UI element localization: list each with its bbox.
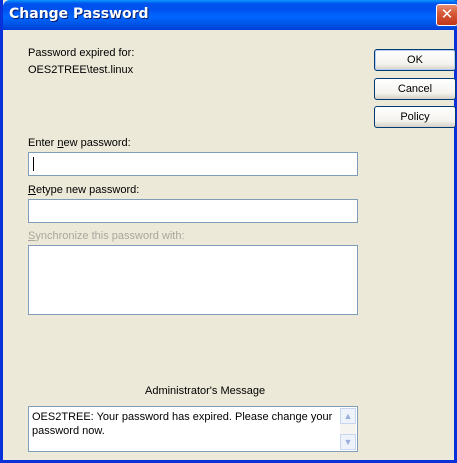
message-scrollbar[interactable]: ▲ ▼ [340,408,356,450]
admin-message-heading: Administrator's Message [145,385,266,397]
chevron-down-icon[interactable]: ▼ [340,434,356,450]
policy-button[interactable]: Policy [374,106,456,128]
title-bar[interactable]: Change Password ✕ [3,0,457,30]
retype-password-field[interactable] [28,199,358,223]
chevron-up-icon[interactable]: ▲ [340,408,356,424]
synchronize-label: Synchronize this password with: [28,230,185,242]
close-icon[interactable]: ✕ [436,4,457,26]
new-password-label: Enter new password: [28,137,131,149]
account-name: OES2TREE\test.linux [28,64,134,76]
text-caret [33,157,34,171]
expired-label: Password expired for: [28,47,135,59]
cancel-button[interactable]: Cancel [374,78,456,100]
admin-message-box[interactable]: OES2TREE: Your password has expired. Ple… [28,406,358,452]
synchronize-list[interactable] [28,245,358,315]
window-title: Change Password [9,6,149,22]
new-password-field[interactable] [28,152,358,176]
ok-button[interactable]: OK [374,49,456,71]
admin-message-text: OES2TREE: Your password has expired. Ple… [32,411,333,437]
change-password-dialog: Change Password ✕ Password expired for: … [0,0,457,463]
retype-password-label: Retype new password: [28,184,140,196]
